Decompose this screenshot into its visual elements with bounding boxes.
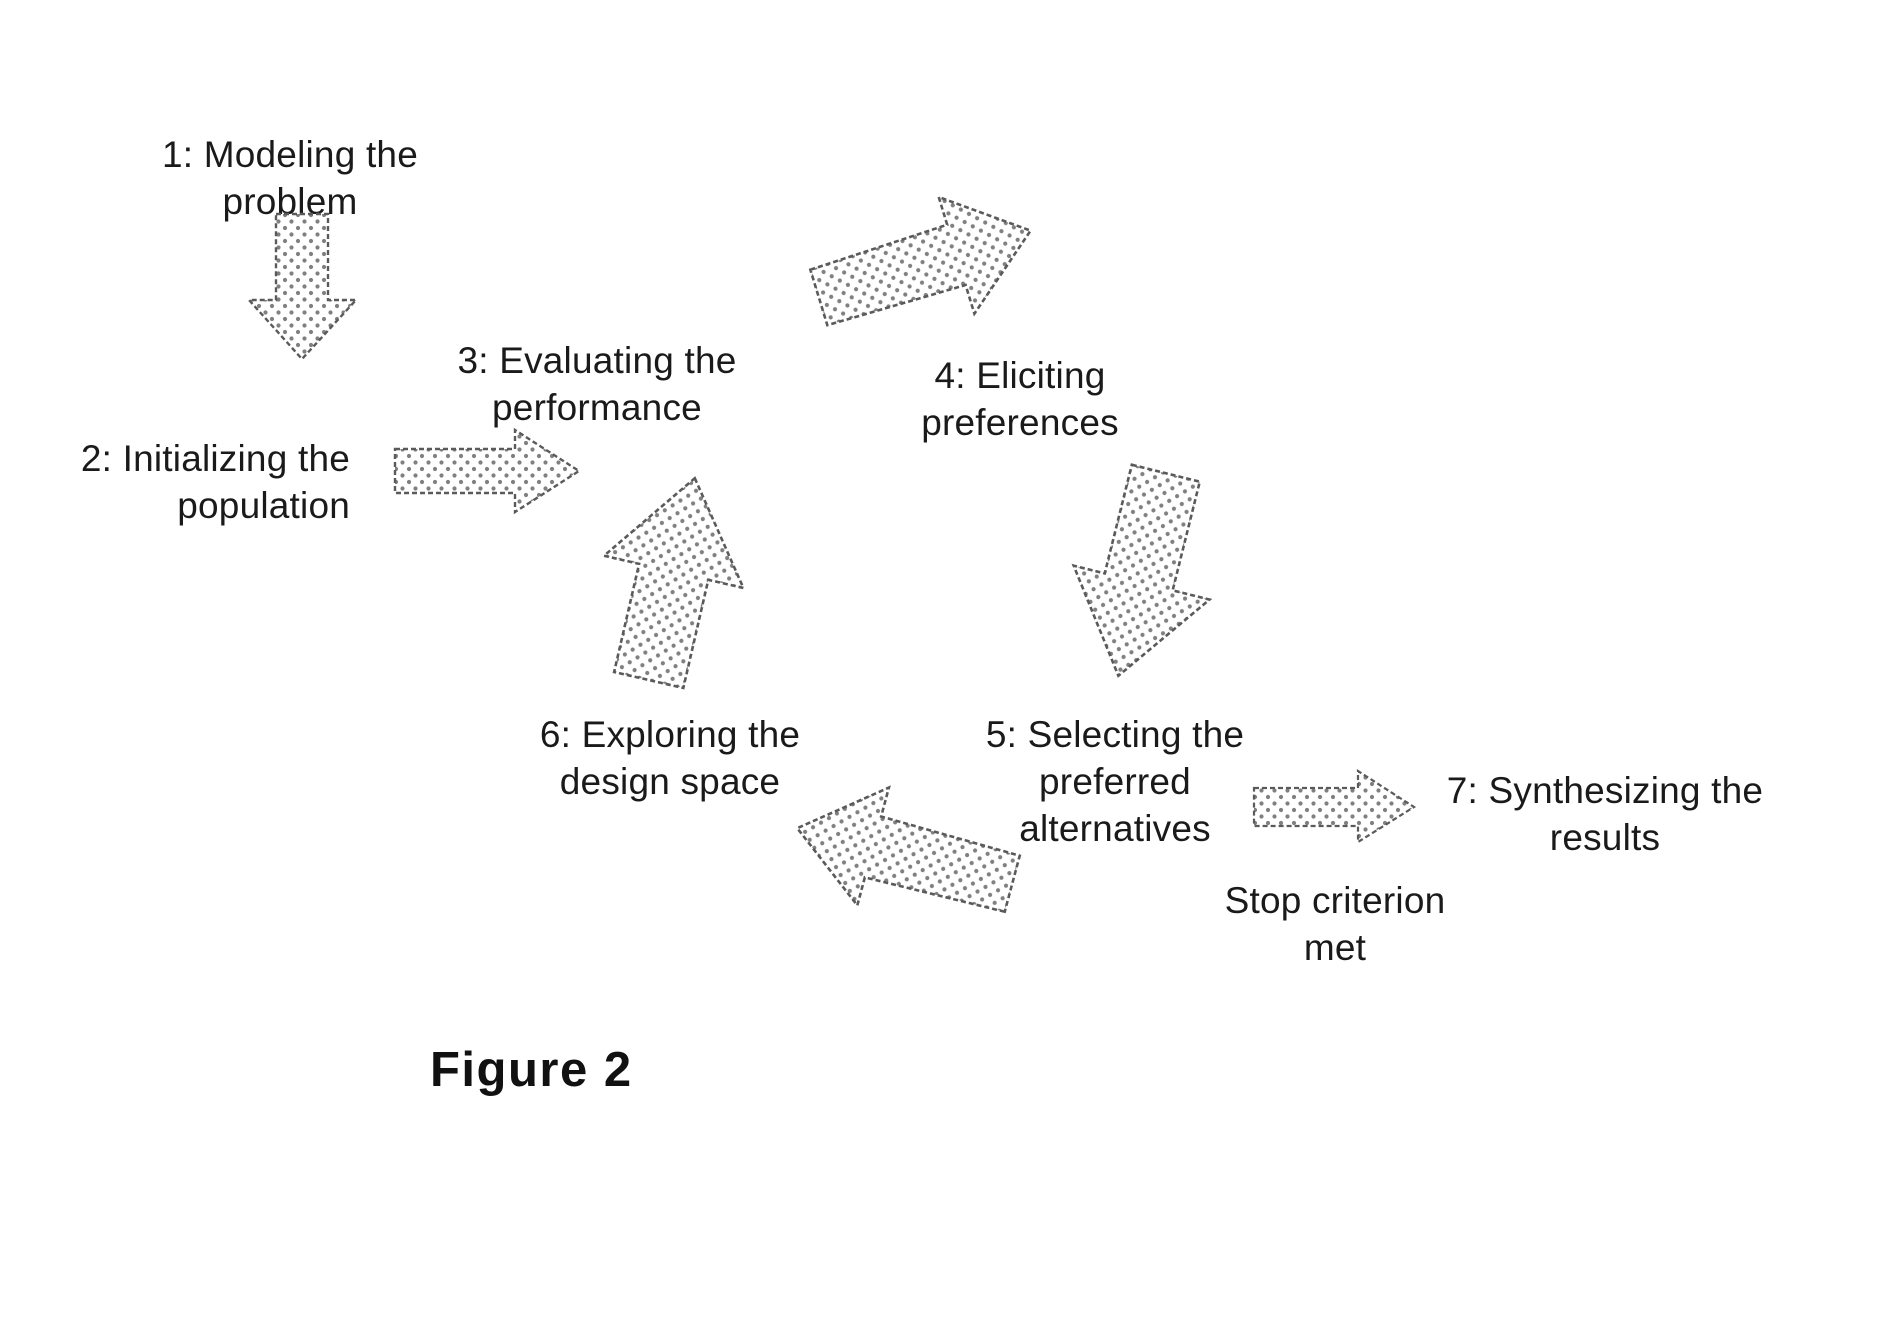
step-label-2: 2: Initializing the population	[80, 438, 350, 526]
arrow-5-to-7	[1252, 768, 1417, 846]
figure-canvas: 1: Modeling the problem 2: Initializing …	[0, 0, 1891, 1339]
step-label-6: 6: Exploring the design space	[539, 714, 801, 802]
step-label-3: 3: Evaluating the performance	[457, 340, 737, 428]
annotation-stop-criterion: Stop criterion met	[1224, 880, 1446, 968]
arrow-6-to-3	[572, 457, 771, 701]
figure-caption: Figure 2	[430, 1043, 633, 1097]
arrow-4-to-5	[1046, 453, 1244, 698]
arrow-2-to-3	[393, 427, 583, 515]
step-label-7: 7: Synthesizing the results	[1446, 770, 1764, 858]
step-label-4: 4: Eliciting preferences	[921, 355, 1119, 443]
arrow-1-to-2	[243, 212, 363, 362]
arrow-3-to-4	[796, 169, 1054, 361]
